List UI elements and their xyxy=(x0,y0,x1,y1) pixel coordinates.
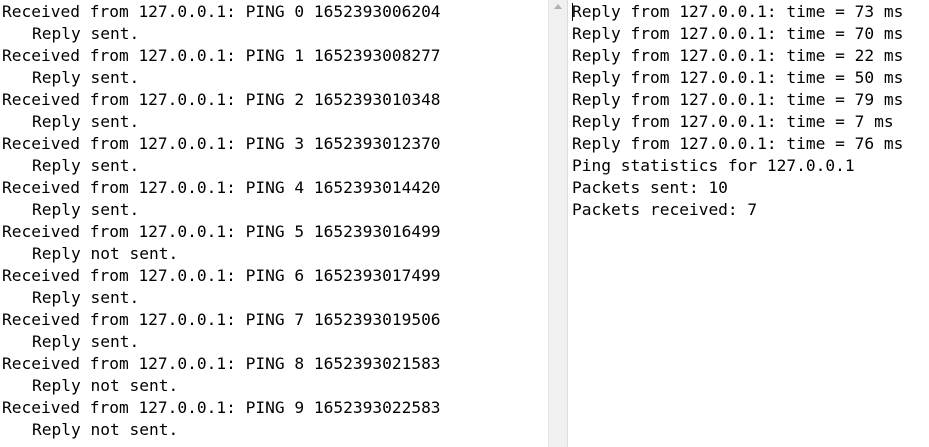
received-line: Received from 127.0.0.1: PING 8 16523930… xyxy=(2,354,441,373)
text-cursor xyxy=(572,3,573,21)
reply-time-line: Reply from 127.0.0.1: time = 22 ms xyxy=(572,46,904,65)
received-line: Received from 127.0.0.1: PING 2 16523930… xyxy=(2,90,441,109)
received-line: Received from 127.0.0.1: PING 6 16523930… xyxy=(2,266,441,285)
reply-status-line: Reply sent. xyxy=(32,68,140,87)
reply-status-line: Reply not sent. xyxy=(32,244,179,263)
reply-status-line: Reply sent. xyxy=(32,288,140,307)
reply-status-line: Reply sent. xyxy=(32,200,140,219)
reply-status-line: Reply sent. xyxy=(32,112,140,131)
reply-time-line: Reply from 127.0.0.1: time = 76 ms xyxy=(572,134,904,153)
reply-status-line: Reply not sent. xyxy=(32,376,179,395)
received-line: Received from 127.0.0.1: PING 3 16523930… xyxy=(2,134,441,153)
ping-statistics-heading: Ping statistics for 127.0.0.1 xyxy=(572,156,855,175)
reply-time-line: Reply from 127.0.0.1: time = 73 ms xyxy=(572,2,904,21)
packets-sent-line: Packets sent: 10 xyxy=(572,178,728,197)
reply-time-line: Reply from 127.0.0.1: time = 70 ms xyxy=(572,24,904,43)
received-line: Received from 127.0.0.1: PING 1 16523930… xyxy=(2,46,441,65)
received-line: Received from 127.0.0.1: PING 4 16523930… xyxy=(2,178,441,197)
reply-time-line: Reply from 127.0.0.1: time = 79 ms xyxy=(572,90,904,109)
reply-status-line: Reply sent. xyxy=(32,24,140,43)
received-line: Received from 127.0.0.1: PING 0 16523930… xyxy=(2,2,441,21)
received-line: Received from 127.0.0.1: PING 9 16523930… xyxy=(2,398,441,417)
vertical-scrollbar[interactable] xyxy=(548,0,568,447)
received-line: Received from 127.0.0.1: PING 5 16523930… xyxy=(2,222,441,241)
reply-time-line: Reply from 127.0.0.1: time = 7 ms xyxy=(572,112,894,131)
received-line: Received from 127.0.0.1: PING 7 16523930… xyxy=(2,310,441,329)
reply-status-line: Reply sent. xyxy=(32,332,140,351)
reply-status-line: Reply sent. xyxy=(32,156,140,175)
server-console-output[interactable]: Received from 127.0.0.1: PING 0 16523930… xyxy=(0,0,548,447)
scroll-up-arrow-icon[interactable] xyxy=(554,4,562,9)
client-console-output[interactable]: Reply from 127.0.0.1: time = 73 ms Reply… xyxy=(568,0,929,447)
reply-status-line: Reply not sent. xyxy=(32,420,179,439)
reply-time-line: Reply from 127.0.0.1: time = 50 ms xyxy=(572,68,904,87)
packets-received-line: Packets received: 7 xyxy=(572,200,758,219)
